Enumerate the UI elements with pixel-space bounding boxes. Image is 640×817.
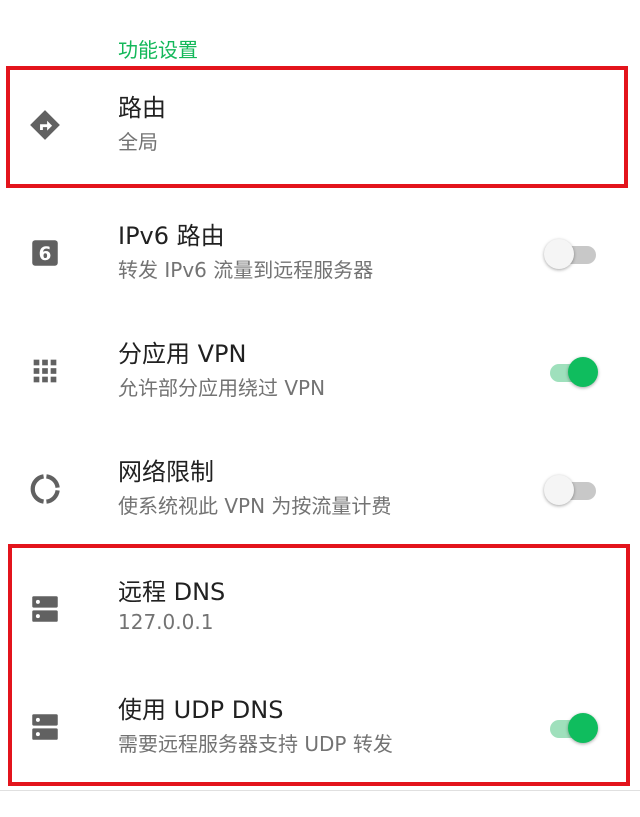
per-app-vpn-summary: 允许部分应用绕过 VPN [118, 376, 326, 400]
udp-dns-summary: 需要远程服务器支持 UDP 转发 [118, 732, 393, 756]
route-title: 路由 [118, 94, 166, 122]
route-summary: 全局 [118, 130, 158, 154]
remote-dns-title: 远程 DNS [118, 578, 226, 606]
switch-thumb [544, 239, 574, 269]
udp-dns-switch[interactable] [544, 713, 598, 743]
ipv6-icon: 6 [28, 236, 62, 270]
svg-text:6: 6 [39, 244, 52, 265]
switch-thumb [568, 357, 598, 387]
section-title: 功能设置 [118, 38, 198, 62]
metered-network-title: 网络限制 [118, 458, 214, 486]
apps-grid-icon [28, 354, 62, 388]
ipv6-route-title: IPv6 路由 [118, 222, 225, 250]
route-setting[interactable]: 路由 全局 [0, 66, 640, 184]
switch-thumb [568, 713, 598, 743]
data-usage-icon [28, 472, 62, 506]
route-icon [28, 108, 62, 142]
per-app-vpn-switch[interactable] [544, 357, 598, 387]
metered-network-switch[interactable] [544, 475, 596, 505]
divider [0, 790, 640, 791]
per-app-vpn-setting[interactable]: 分应用 VPN 允许部分应用绕过 VPN [0, 312, 640, 430]
dns-server-icon [28, 592, 62, 626]
switch-thumb [544, 475, 574, 505]
metered-network-setting[interactable]: 网络限制 使系统视此 VPN 为按流量计费 [0, 430, 640, 548]
ipv6-route-summary: 转发 IPv6 流量到远程服务器 [118, 258, 374, 282]
udp-dns-setting[interactable]: 使用 UDP DNS 需要远程服务器支持 UDP 转发 [0, 668, 640, 786]
udp-dns-title: 使用 UDP DNS [118, 696, 284, 724]
per-app-vpn-title: 分应用 VPN [118, 340, 247, 368]
metered-network-summary: 使系统视此 VPN 为按流量计费 [118, 494, 392, 518]
ipv6-route-switch[interactable] [544, 239, 596, 269]
remote-dns-setting[interactable]: 远程 DNS 127.0.0.1 [0, 550, 640, 668]
dns-server-icon [28, 710, 62, 744]
ipv6-route-setting[interactable]: 6 IPv6 路由 转发 IPv6 流量到远程服务器 [0, 194, 640, 312]
remote-dns-summary: 127.0.0.1 [118, 610, 214, 634]
